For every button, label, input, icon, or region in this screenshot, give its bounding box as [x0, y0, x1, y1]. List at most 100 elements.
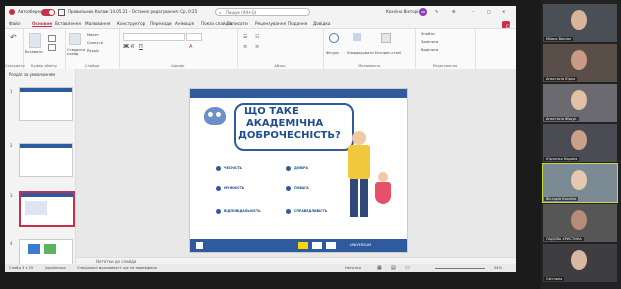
tab-11[interactable]: Подання: [288, 21, 307, 26]
quick-styles-label[interactable]: Експрес-стилі: [375, 51, 401, 55]
normal-view-icon[interactable]: ▦: [377, 265, 382, 271]
value-item: МУЖНІСТЬ: [224, 186, 245, 190]
participant-video: [571, 10, 587, 30]
tab-5[interactable]: Конструктор: [117, 21, 145, 26]
current-slide[interactable]: ЩО ТАКЕ АКАДЕМІЧНА ДОБРОЧЕСНІСТЬ? ЧЕСНІС…: [189, 88, 408, 253]
value-item: СПРАВЕДЛИВІСТЬ: [294, 209, 328, 213]
slide-thumbnail-selected[interactable]: [19, 191, 75, 227]
thumb-number: 3: [10, 193, 13, 198]
accessibility-status[interactable]: Спеціальні можливості: ще не перевірено: [77, 266, 157, 270]
section-button[interactable]: Розділ: [87, 49, 99, 53]
ribbon-group-font: Ж К П A Шрифт: [119, 29, 238, 69]
cut-icon[interactable]: [48, 35, 56, 42]
slide-canvas: ЩО ТАКЕ АКАДЕМІЧНА ДОБРОЧЕСНІСТЬ? ЧЕСНІС…: [76, 69, 516, 263]
participant-tile[interactable]: Світлана: [543, 244, 617, 282]
reset-button[interactable]: Скинути: [87, 41, 103, 45]
participant-video: [571, 210, 587, 230]
align-center-icon[interactable]: ≡: [255, 44, 259, 50]
select-button[interactable]: Виділити: [421, 48, 438, 52]
bullet-dot: [216, 209, 221, 214]
new-slide-label[interactable]: Створити слайд: [67, 48, 85, 56]
tab-8[interactable]: Показ слайдів: [201, 21, 232, 26]
align-left-icon[interactable]: ≡: [243, 44, 247, 50]
undo-icon[interactable]: ↶: [10, 33, 17, 42]
slide-thumbnail[interactable]: [19, 87, 73, 121]
logo-image: [196, 242, 203, 249]
settings-icon[interactable]: ⚙: [452, 9, 456, 14]
participant-tile[interactable]: Milana Bondar: [543, 4, 617, 42]
bullets-icon[interactable]: ☰: [243, 34, 247, 40]
boy-leg: [350, 179, 358, 217]
minimize-icon[interactable]: –: [472, 9, 474, 14]
find-button[interactable]: Знайти: [421, 32, 435, 36]
font-size-input[interactable]: [186, 33, 202, 41]
slide-footer-logos: UNIVERSUM: [190, 239, 407, 252]
arrange-label[interactable]: Упорядкувати: [347, 51, 374, 55]
tab-2[interactable]: Основне: [32, 21, 53, 27]
zoom-level[interactable]: 54%: [494, 266, 502, 270]
tab-1[interactable]: Файл: [9, 21, 21, 26]
copy-icon[interactable]: [48, 44, 56, 51]
arrange-icon[interactable]: [353, 33, 361, 41]
search-input[interactable]: ⌕ Пошук (Alt+Q): [215, 8, 310, 16]
shapes-icon[interactable]: [329, 33, 339, 43]
app-logo-icon: [9, 9, 15, 15]
reading-view-icon[interactable]: ▭: [405, 265, 410, 271]
boy-leg: [360, 179, 368, 217]
replace-button[interactable]: Замінити: [421, 40, 438, 44]
font-color-icon[interactable]: A: [189, 44, 192, 50]
thumb-header: [20, 88, 72, 92]
paste-label[interactable]: Вставити: [25, 50, 43, 54]
new-slide-icon[interactable]: [69, 33, 81, 45]
autosave-toggle[interactable]: [41, 9, 55, 16]
shapes-label[interactable]: Фігури: [326, 51, 339, 55]
ribbon-group-label: Шрифт: [171, 64, 185, 68]
layout-button[interactable]: Макет: [87, 33, 99, 37]
avatar[interactable]: КВ: [419, 8, 427, 16]
participant-tile[interactable]: Вікторія Кохліна: [542, 163, 618, 203]
participant-tile[interactable]: Анастасія Юрко: [543, 44, 617, 82]
quick-styles-icon[interactable]: [381, 33, 391, 43]
slide-thumbnails-pane: Розділ за умовчанням 1 2 3 4: [5, 69, 76, 272]
value-item: ДОВІРА: [294, 166, 308, 170]
tab-10[interactable]: Рецензування: [255, 21, 286, 26]
participant-tile[interactable]: Анастасія Фіщук: [543, 84, 617, 122]
thumb-number: 4: [10, 241, 13, 246]
notes-button[interactable]: Нотатки: [345, 266, 361, 270]
paste-icon[interactable]: [29, 33, 41, 48]
thumb-content: [28, 244, 40, 254]
thumb-content: [44, 244, 56, 254]
girl-dress: [375, 182, 391, 204]
language-indicator[interactable]: українська: [45, 266, 66, 270]
numbering-icon[interactable]: ☷: [255, 34, 259, 40]
ribbon-group-label: Абзац: [274, 64, 286, 68]
footer-logo-text: UNIVERSUM: [350, 243, 372, 247]
participant-tile[interactable]: Юрченко Карина: [543, 124, 617, 162]
tab-6[interactable]: Переходи: [150, 21, 172, 26]
value-item: ВІДПОВІДАЛЬНІСТЬ: [224, 209, 261, 213]
tab-12[interactable]: Довідка: [313, 21, 330, 26]
tab-3[interactable]: Вставлення: [55, 21, 81, 26]
user-name[interactable]: Кохліна Вікторія: [386, 9, 421, 14]
section-header[interactable]: Розділ за умовчанням: [5, 69, 75, 80]
underline-icon[interactable]: П: [139, 44, 143, 50]
maximize-icon[interactable]: □: [487, 9, 491, 14]
bold-icon[interactable]: Ж: [123, 44, 129, 50]
slide-thumbnail[interactable]: [19, 143, 73, 177]
thumb-number: 1: [10, 89, 13, 94]
font-name-input[interactable]: [123, 33, 185, 41]
thumb-content: [25, 201, 47, 215]
close-icon[interactable]: ✕: [502, 9, 505, 14]
search-icon: ⌕: [219, 10, 222, 15]
ribbon-group-undo: ↶ Скасувати: [5, 29, 25, 69]
tab-4[interactable]: Малювання: [85, 21, 110, 26]
pen-icon[interactable]: ✎: [435, 9, 438, 14]
document-title[interactable]: Правильних Колаж 14.05.21 - Останнє реда…: [68, 9, 197, 14]
italic-icon[interactable]: К: [131, 44, 135, 50]
participant-video: [571, 130, 587, 150]
zoom-slider[interactable]: [435, 268, 485, 269]
participant-tile[interactable]: ЛАДОВА ХРИСТИНА: [543, 204, 617, 242]
save-icon[interactable]: [58, 9, 65, 16]
sorter-view-icon[interactable]: ▤: [391, 265, 396, 271]
tab-7[interactable]: Анімація: [175, 21, 194, 26]
